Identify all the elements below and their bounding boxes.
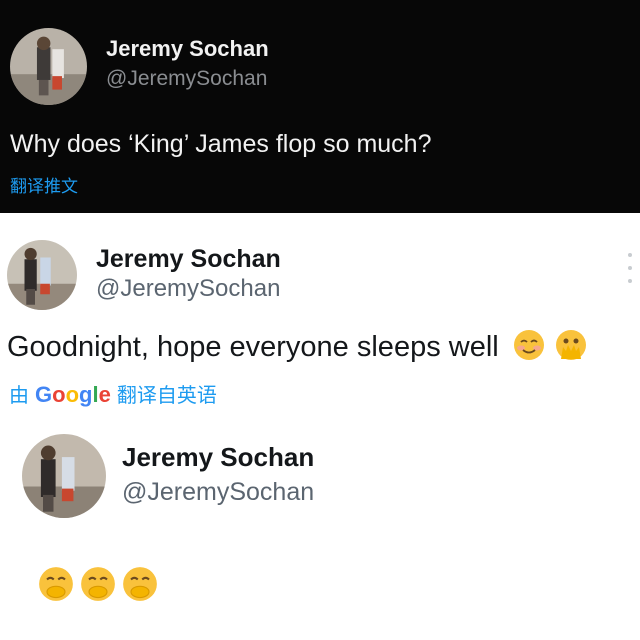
user-handle[interactable]: @JeremySochan	[122, 478, 314, 507]
translation-prefix: 由	[9, 385, 29, 407]
tweet-text: Goodnight, hope everyone sleeps well	[7, 331, 499, 363]
avatar[interactable]	[10, 28, 87, 105]
smiling-face-with-blush-emoji	[513, 329, 545, 361]
hand-over-mouth-emoji	[122, 566, 158, 602]
user-handle[interactable]: @JeremySochan	[96, 275, 280, 303]
translation-suffix: 翻译自英语	[116, 385, 217, 407]
more-options-icon[interactable]	[624, 253, 636, 283]
user-handle[interactable]: @JeremySochan	[106, 67, 267, 91]
avatar[interactable]	[7, 240, 77, 310]
tweet-emoji-row	[38, 566, 158, 602]
google-translation-attribution[interactable]: 由 Google 翻译自英语	[9, 379, 217, 408]
avatar[interactable]	[22, 434, 106, 518]
display-name[interactable]: Jeremy Sochan	[96, 245, 281, 274]
light-tweet-card: Jeremy Sochan @JeremySochan Goodnight, h…	[0, 213, 640, 420]
hand-over-mouth-emoji	[80, 566, 116, 602]
light-tweet-card: Jeremy Sochan @JeremySochan	[0, 420, 640, 640]
display-name[interactable]: Jeremy Sochan	[106, 36, 269, 62]
google-logo: Google	[35, 382, 111, 407]
display-name[interactable]: Jeremy Sochan	[122, 442, 314, 473]
dark-tweet-card: Jeremy Sochan @JeremySochan Why does ‘Ki…	[0, 0, 640, 213]
tweet-text: Why does ‘King’ James flop so much?	[10, 130, 432, 158]
hand-over-mouth-emoji	[38, 566, 74, 602]
tweet-text-row: Goodnight, hope everyone sleeps well	[7, 329, 587, 364]
translate-tweet-link[interactable]: 翻译推文	[10, 172, 78, 197]
face-with-open-eyes-and-hand-over-mouth-emoji	[555, 329, 587, 361]
